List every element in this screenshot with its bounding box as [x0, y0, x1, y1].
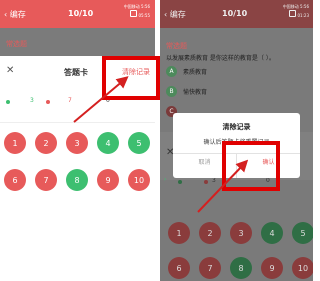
highlight-box-clear-records — [102, 56, 160, 100]
question-number-button: 6 — [168, 257, 190, 279]
status-carrier: 中国移动 5:56 — [123, 4, 150, 9]
status-area: 中国移动 5:56 05:55 — [124, 4, 150, 19]
question-number-button: 8 — [230, 257, 252, 279]
highlight-box-confirm — [222, 141, 280, 191]
option-b[interactable]: B 愉快教育 — [166, 86, 207, 97]
option-label: 素质教育 — [183, 69, 208, 76]
question-number-button: 3 — [230, 222, 252, 244]
question-number-button[interactable]: 6 — [4, 169, 26, 191]
close-icon[interactable]: ✕ — [6, 65, 14, 76]
dialog-title: 清除记录 — [222, 123, 251, 131]
question-text: 以发展素质教育 是你这样的教育是（ ）。 — [166, 55, 275, 62]
status-area: 中国移动 5:56 01:23 — [283, 4, 309, 19]
right-header-bar: ‹ 编存 10/10 中国移动 5:56 01:23 — [160, 0, 313, 28]
wrong-dot-icon — [46, 100, 50, 104]
screenshot-root: ‹ 编存 10/10 中国移动 5:56 05:55 常选题 ✕ 答题卡 清除记… — [0, 0, 313, 281]
question-number-button[interactable]: 8 — [66, 169, 88, 191]
question-type-label: 常选题 — [166, 42, 187, 50]
divider — [0, 122, 155, 123]
timer-icon — [130, 10, 138, 17]
question-number-button[interactable]: 4 — [97, 132, 119, 154]
question-counter: 10/10 — [68, 9, 94, 18]
dimmed-question-area: 常选题 — [0, 28, 155, 56]
question-number-button[interactable]: 10 — [128, 169, 150, 191]
question-number-button[interactable]: 3 — [66, 132, 88, 154]
question-number-button: 4 — [261, 222, 283, 244]
option-a[interactable]: A 素质教育 — [166, 66, 207, 77]
question-number-button: 9 — [261, 257, 283, 279]
question-number-button[interactable]: 7 — [35, 169, 57, 191]
question-number-button: 7 — [199, 257, 221, 279]
status-carrier: 中国移动 5:56 — [282, 4, 309, 9]
question-number-button: 5 — [292, 222, 313, 244]
left-header-bar: ‹ 编存 10/10 中国移动 5:56 05:55 — [0, 0, 155, 28]
option-badge: A — [166, 66, 177, 77]
left-phone-screen: ‹ 编存 10/10 中国移动 5:56 05:55 常选题 ✕ 答题卡 清除记… — [0, 0, 155, 281]
correct-dot-icon — [6, 100, 10, 104]
question-number-button: 2 — [199, 222, 221, 244]
option-badge: B — [166, 86, 177, 97]
question-number-button[interactable]: 5 — [128, 132, 150, 154]
timer-icon — [289, 10, 297, 17]
question-number-button[interactable]: 2 — [35, 132, 57, 154]
question-number-button: 10 — [292, 257, 313, 279]
back-button[interactable]: ‹ 编存 — [4, 9, 26, 20]
wrong-count: 7 — [68, 97, 72, 104]
correct-count: 3 — [30, 97, 34, 104]
answer-sheet-title: 答题卡 — [64, 68, 88, 77]
chevron-right-icon: › — [164, 176, 167, 183]
question-number-button: 1 — [168, 222, 190, 244]
correct-count: 3 — [212, 177, 216, 184]
question-counter: 10/10 — [222, 9, 248, 18]
timer-text: 01:23 — [297, 13, 309, 18]
question-number-button[interactable]: 1 — [4, 132, 26, 154]
correct-dot-icon — [178, 180, 182, 184]
timer-text: 05:55 — [138, 13, 150, 18]
wrong-dot-icon — [204, 180, 208, 184]
back-button[interactable]: ‹ 编存 — [164, 9, 186, 20]
option-label: 愉快教育 — [183, 89, 208, 96]
question-number-button[interactable]: 9 — [97, 169, 119, 191]
question-type-label: 常选题 — [6, 40, 27, 48]
